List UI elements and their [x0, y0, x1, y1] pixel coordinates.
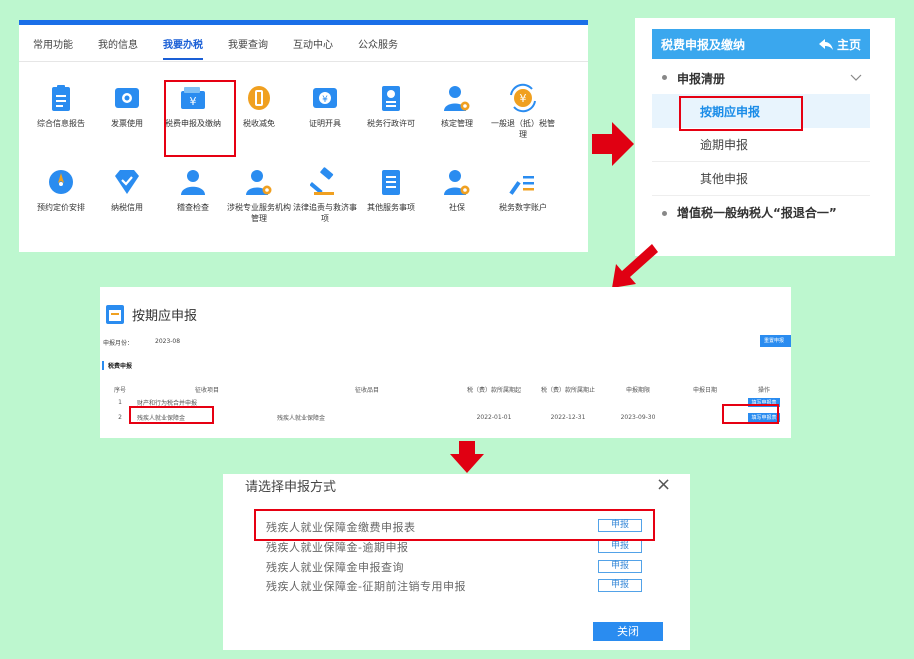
person-gear-icon	[246, 170, 272, 195]
person-gear-icon	[444, 170, 470, 195]
modal-title: 请选择申报方式	[245, 480, 337, 495]
compass-icon	[49, 170, 73, 194]
highlight-box	[164, 80, 236, 157]
close-icon[interactable]: ×	[656, 474, 671, 495]
month-value: 2023-08	[155, 338, 181, 345]
tab-tax-handling[interactable]: 我要办税	[163, 27, 203, 60]
id-badge-icon	[382, 86, 400, 111]
tile-label: 其他服务事项	[367, 203, 415, 212]
tile-label: 纳税信用	[111, 203, 143, 212]
highlight-box	[129, 406, 214, 424]
service-tile[interactable]: 预约定价安排	[28, 167, 94, 251]
service-tile[interactable]: 法律追责与救济事项	[292, 167, 358, 251]
tile-label: 证明开具	[309, 119, 341, 128]
highlight-box	[722, 404, 779, 424]
sidebar-header: 税费申报及缴纳 主页	[652, 29, 870, 59]
tile-label: 税收减免	[243, 119, 275, 128]
tile-label: 社保	[449, 203, 465, 212]
svg-text:¥: ¥	[322, 95, 328, 105]
person-icon	[181, 170, 205, 195]
nav-tabs: 常用功能 我的信息 我要办税 我要查询 互动中心 公众服务	[19, 25, 588, 62]
home-link[interactable]: 主页	[818, 36, 861, 53]
service-tile[interactable]: 税务数字账户	[490, 167, 556, 251]
sidebar-item-other[interactable]: 其他申报	[652, 162, 870, 196]
declare-button[interactable]: 申报	[598, 560, 642, 573]
arrow-down-left-icon	[612, 244, 658, 288]
diamond-check-icon	[115, 170, 139, 194]
tab-my-info[interactable]: 我的信息	[98, 27, 138, 60]
declaration-method-modal: 请选择申报方式 × 残疾人就业保障金缴费申报表 申报 残疾人就业保障金-逾期申报…	[223, 474, 690, 650]
person-gear-icon	[444, 86, 470, 111]
tab-query[interactable]: 我要查询	[228, 27, 268, 60]
service-tile[interactable]: 发票使用	[94, 83, 160, 167]
option-overdue: 残疾人就业保障金-逾期申报	[266, 541, 409, 554]
tab-interaction[interactable]: 互动中心	[293, 27, 333, 60]
service-tile[interactable]: 综合信息报告	[28, 83, 94, 167]
option-cancellation: 残疾人就业保障金-征期前注销专用申报	[266, 580, 466, 593]
tile-label: 稽查检查	[177, 203, 209, 212]
tile-label: 发票使用	[111, 119, 143, 128]
tab-public-service[interactable]: 公众服务	[358, 27, 398, 60]
arrow-right-icon	[592, 122, 634, 166]
tax-portal-menu: 常用功能 我的信息 我要办税 我要查询 互动中心 公众服务 综合信息报告 发票使用…	[19, 20, 588, 252]
menu-group-vat[interactable]: 增值税一般纳税人“报退合一”	[652, 204, 870, 248]
tile-label: 综合信息报告	[37, 119, 85, 128]
tile-label: 法律追责与救济事项	[293, 203, 357, 223]
pen-list-icon	[509, 176, 534, 195]
service-tile[interactable]: 纳税信用	[94, 167, 160, 251]
declare-button[interactable]: 申报	[598, 579, 642, 592]
clipboard-icon	[52, 85, 70, 111]
bullet-icon	[662, 74, 667, 80]
tile-label: 涉税专业服务机构管理	[227, 203, 291, 223]
highlight-box	[254, 509, 655, 541]
calendar-icon	[106, 305, 124, 324]
service-tile-grid: 综合信息报告 发票使用 ¥ 税费申报及缴纳 税收减免 ¥ 证明开具 税务行政许可 核定管理 ¥ 一般…	[28, 83, 556, 251]
yuan-certificate-icon: ¥	[313, 88, 337, 108]
back-arrow-icon	[818, 38, 833, 50]
tile-label: 核定管理	[441, 119, 473, 128]
yuan-refresh-icon: ¥	[510, 83, 536, 113]
tile-label: 税务数字账户	[499, 203, 547, 212]
table-header: 序号 征收项目 征收品目 税（费）款所属期起 税（费）款所属期止 申报期限 申报…	[113, 387, 770, 394]
service-tile[interactable]: 稽查检查	[160, 167, 226, 251]
chevron-down-icon	[850, 74, 862, 81]
gavel-icon	[310, 167, 334, 195]
sidebar-panel: 税费申报及缴纳 主页 申报清册 按期应申报 逾期申报 其他申报 增值税一般纳税人…	[635, 18, 895, 256]
tab-common[interactable]: 常用功能	[33, 27, 73, 60]
sidebar-item-overdue[interactable]: 逾期申报	[652, 128, 870, 162]
declaration-panel: 按期应申报 申报月份： 2023-08 重置申报 税费申报 序号 征收项目 征收…	[100, 287, 791, 438]
service-tile[interactable]: ¥ 证明开具	[292, 83, 358, 167]
arrow-down-icon	[450, 441, 484, 473]
svg-text:¥: ¥	[520, 92, 527, 105]
section-title: 税费申报	[102, 361, 132, 370]
month-label: 申报月份：	[103, 340, 134, 347]
tile-label: 预约定价安排	[37, 203, 85, 212]
service-tile[interactable]: 涉税专业服务机构管理	[226, 167, 292, 251]
highlight-box	[679, 96, 803, 131]
ticket-icon	[115, 88, 139, 108]
tile-label: 税务行政许可	[367, 119, 415, 128]
service-tile[interactable]: 税务行政许可	[358, 83, 424, 167]
declare-button[interactable]: 申报	[598, 540, 642, 553]
coin-icon	[248, 86, 270, 110]
service-tile[interactable]: 其他服务事项	[358, 167, 424, 251]
service-tile[interactable]: ¥ 一般退（抵）税管理	[490, 83, 556, 167]
page-title: 按期应申报	[132, 309, 198, 324]
document-list-icon	[382, 170, 400, 195]
reset-button[interactable]: 重置申报	[760, 335, 791, 347]
option-query: 残疾人就业保障金申报查询	[266, 561, 404, 574]
menu-group-declaration-list[interactable]: 申报清册	[652, 68, 870, 88]
close-button[interactable]: 关闭	[593, 622, 663, 641]
bullet-icon	[662, 211, 667, 216]
service-tile[interactable]: 社保	[424, 167, 490, 251]
tile-label: 一般退（抵）税管理	[491, 119, 555, 139]
sidebar-title: 税费申报及缴纳	[661, 37, 746, 52]
service-tile[interactable]: 核定管理	[424, 83, 490, 167]
